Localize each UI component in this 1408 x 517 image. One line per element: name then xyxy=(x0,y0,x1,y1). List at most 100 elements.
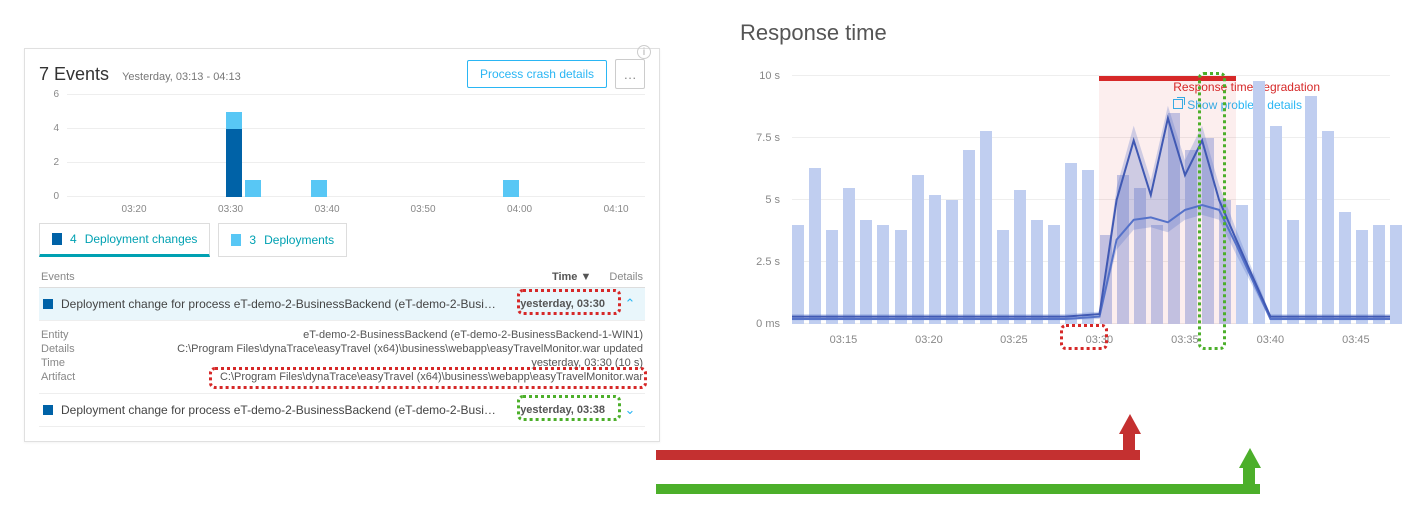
event-name: Deployment change for process eT-demo-2-… xyxy=(61,297,506,311)
filter-label: Deployment changes xyxy=(85,232,198,246)
bar xyxy=(809,168,821,324)
events-time-range: Yesterday, 03:13 - 04:13 xyxy=(122,71,241,83)
xtick: 03:45 xyxy=(1342,334,1370,346)
filter-count: 3 xyxy=(249,233,256,247)
bar xyxy=(1253,81,1265,324)
xtick: 03:50 xyxy=(411,204,436,215)
bar xyxy=(826,230,838,324)
chevron-up-icon[interactable]: ⌃ xyxy=(619,296,641,312)
bar xyxy=(1065,163,1077,324)
dl-key: Entity xyxy=(41,329,101,341)
bar xyxy=(843,188,855,324)
resp-yaxis: 0 ms 2.5 s 5 s 7.5 s 10 s xyxy=(740,76,788,324)
ytick: 0 xyxy=(39,191,59,202)
overflow-menu-button[interactable]: … xyxy=(615,59,645,89)
square-dark-icon xyxy=(43,405,53,415)
resp-xaxis: 03:15 03:20 03:25 03:30 03:35 03:40 03:4… xyxy=(792,324,1390,346)
bar xyxy=(1373,225,1385,324)
bar xyxy=(1236,205,1248,324)
th-events: Events xyxy=(41,271,75,283)
bar xyxy=(929,195,941,324)
bar xyxy=(980,131,992,324)
process-crash-details-button[interactable]: Process crash details xyxy=(467,60,607,88)
arrow-green xyxy=(656,478,1260,500)
resp-plot xyxy=(792,76,1390,324)
bar xyxy=(1390,225,1402,324)
xtick: 03:20 xyxy=(915,334,943,346)
bar xyxy=(1287,220,1299,324)
bar xyxy=(997,230,1009,324)
info-icon[interactable]: i xyxy=(637,45,651,59)
xtick: 03:40 xyxy=(1257,334,1285,346)
ytick: 0 ms xyxy=(756,318,780,330)
bar xyxy=(912,175,924,324)
bar xyxy=(792,225,804,324)
response-time-chart: 0 ms 2.5 s 5 s 7.5 s 10 s 03:15 03:20 03… xyxy=(740,76,1390,346)
filter-deployments[interactable]: 3 Deployments xyxy=(218,223,347,257)
bar xyxy=(895,230,907,324)
xtick: 04:00 xyxy=(507,204,532,215)
ytick: 10 s xyxy=(759,70,780,82)
dl-key: Details xyxy=(41,343,101,355)
dl-val: C:\Program Files\dynaTrace\easyTravel (x… xyxy=(101,343,643,355)
events-table-header: Events Time ▼ Details xyxy=(39,267,645,288)
dl-key: Time xyxy=(41,357,101,369)
events-count: 7 xyxy=(39,64,49,84)
bar xyxy=(1270,126,1282,324)
events-xaxis: 03:20 03:30 03:40 03:50 04:00 04:10 xyxy=(67,197,645,215)
event-time: yesterday, 03:30 xyxy=(514,296,611,312)
filter-deployment-changes[interactable]: 4 Deployment changes xyxy=(39,223,210,257)
bar xyxy=(1048,225,1060,324)
xtick: 04:10 xyxy=(604,204,629,215)
dl-key: Artifact xyxy=(41,371,101,383)
dots-icon: … xyxy=(623,67,636,82)
bar xyxy=(946,200,958,324)
dl-val: eT-demo-2-BusinessBackend (eT-demo-2-Bus… xyxy=(101,329,643,341)
xtick: 03:30 xyxy=(218,204,243,215)
xtick: 03:40 xyxy=(315,204,340,215)
xtick: 03:30 xyxy=(1086,334,1114,346)
bar xyxy=(1356,230,1368,324)
square-dark-icon xyxy=(52,233,62,245)
ytick: 7.5 s xyxy=(756,132,780,144)
filter-count: 4 xyxy=(70,232,77,246)
xtick: 03:25 xyxy=(1000,334,1028,346)
bar xyxy=(963,150,975,324)
response-time-panel: Response time Response time degradation … xyxy=(740,20,1390,346)
bar xyxy=(1031,220,1043,324)
events-header: 7 Events Yesterday, 03:13 - 04:13 Proces… xyxy=(39,59,645,89)
degradation-zone xyxy=(1099,76,1236,324)
square-light-icon xyxy=(231,234,241,246)
ytick: 4 xyxy=(39,123,59,134)
table-row[interactable]: Deployment change for process eT-demo-2-… xyxy=(39,288,645,321)
xtick: 03:15 xyxy=(830,334,858,346)
event-name: Deployment change for process eT-demo-2-… xyxy=(61,403,506,417)
events-barchart: 0 2 4 6 03:20 03:30 xyxy=(39,95,645,215)
events-yaxis: 0 2 4 6 xyxy=(39,95,63,197)
bar xyxy=(860,220,872,324)
bar xyxy=(1305,96,1317,324)
ytick: 6 xyxy=(39,89,59,100)
bar xyxy=(1014,190,1026,324)
chevron-down-icon[interactable]: ⌄ xyxy=(619,402,641,418)
arrow-red xyxy=(656,444,1140,466)
ytick: 2 xyxy=(39,157,59,168)
event-time: yesterday, 03:38 xyxy=(514,402,611,418)
ytick: 2.5 s xyxy=(756,256,780,268)
xtick: 03:20 xyxy=(122,204,147,215)
square-dark-icon xyxy=(43,299,53,309)
bar xyxy=(877,225,889,324)
event-detail: EntityeT-demo-2-BusinessBackend (eT-demo… xyxy=(39,321,645,394)
xtick: 03:35 xyxy=(1171,334,1199,346)
events-title-wrap: 7 Events Yesterday, 03:13 - 04:13 xyxy=(39,64,241,85)
bar xyxy=(1322,131,1334,324)
response-time-title: Response time xyxy=(740,20,1390,46)
bar xyxy=(1339,212,1351,324)
bar xyxy=(1082,170,1094,324)
table-row[interactable]: Deployment change for process eT-demo-2-… xyxy=(39,394,645,427)
th-time[interactable]: Time ▼ xyxy=(552,271,591,283)
dl-val: yesterday, 03:30 (10 s) xyxy=(101,357,643,369)
events-plot xyxy=(67,95,645,197)
events-title: 7 Events xyxy=(39,64,114,84)
th-details: Details xyxy=(609,271,643,283)
